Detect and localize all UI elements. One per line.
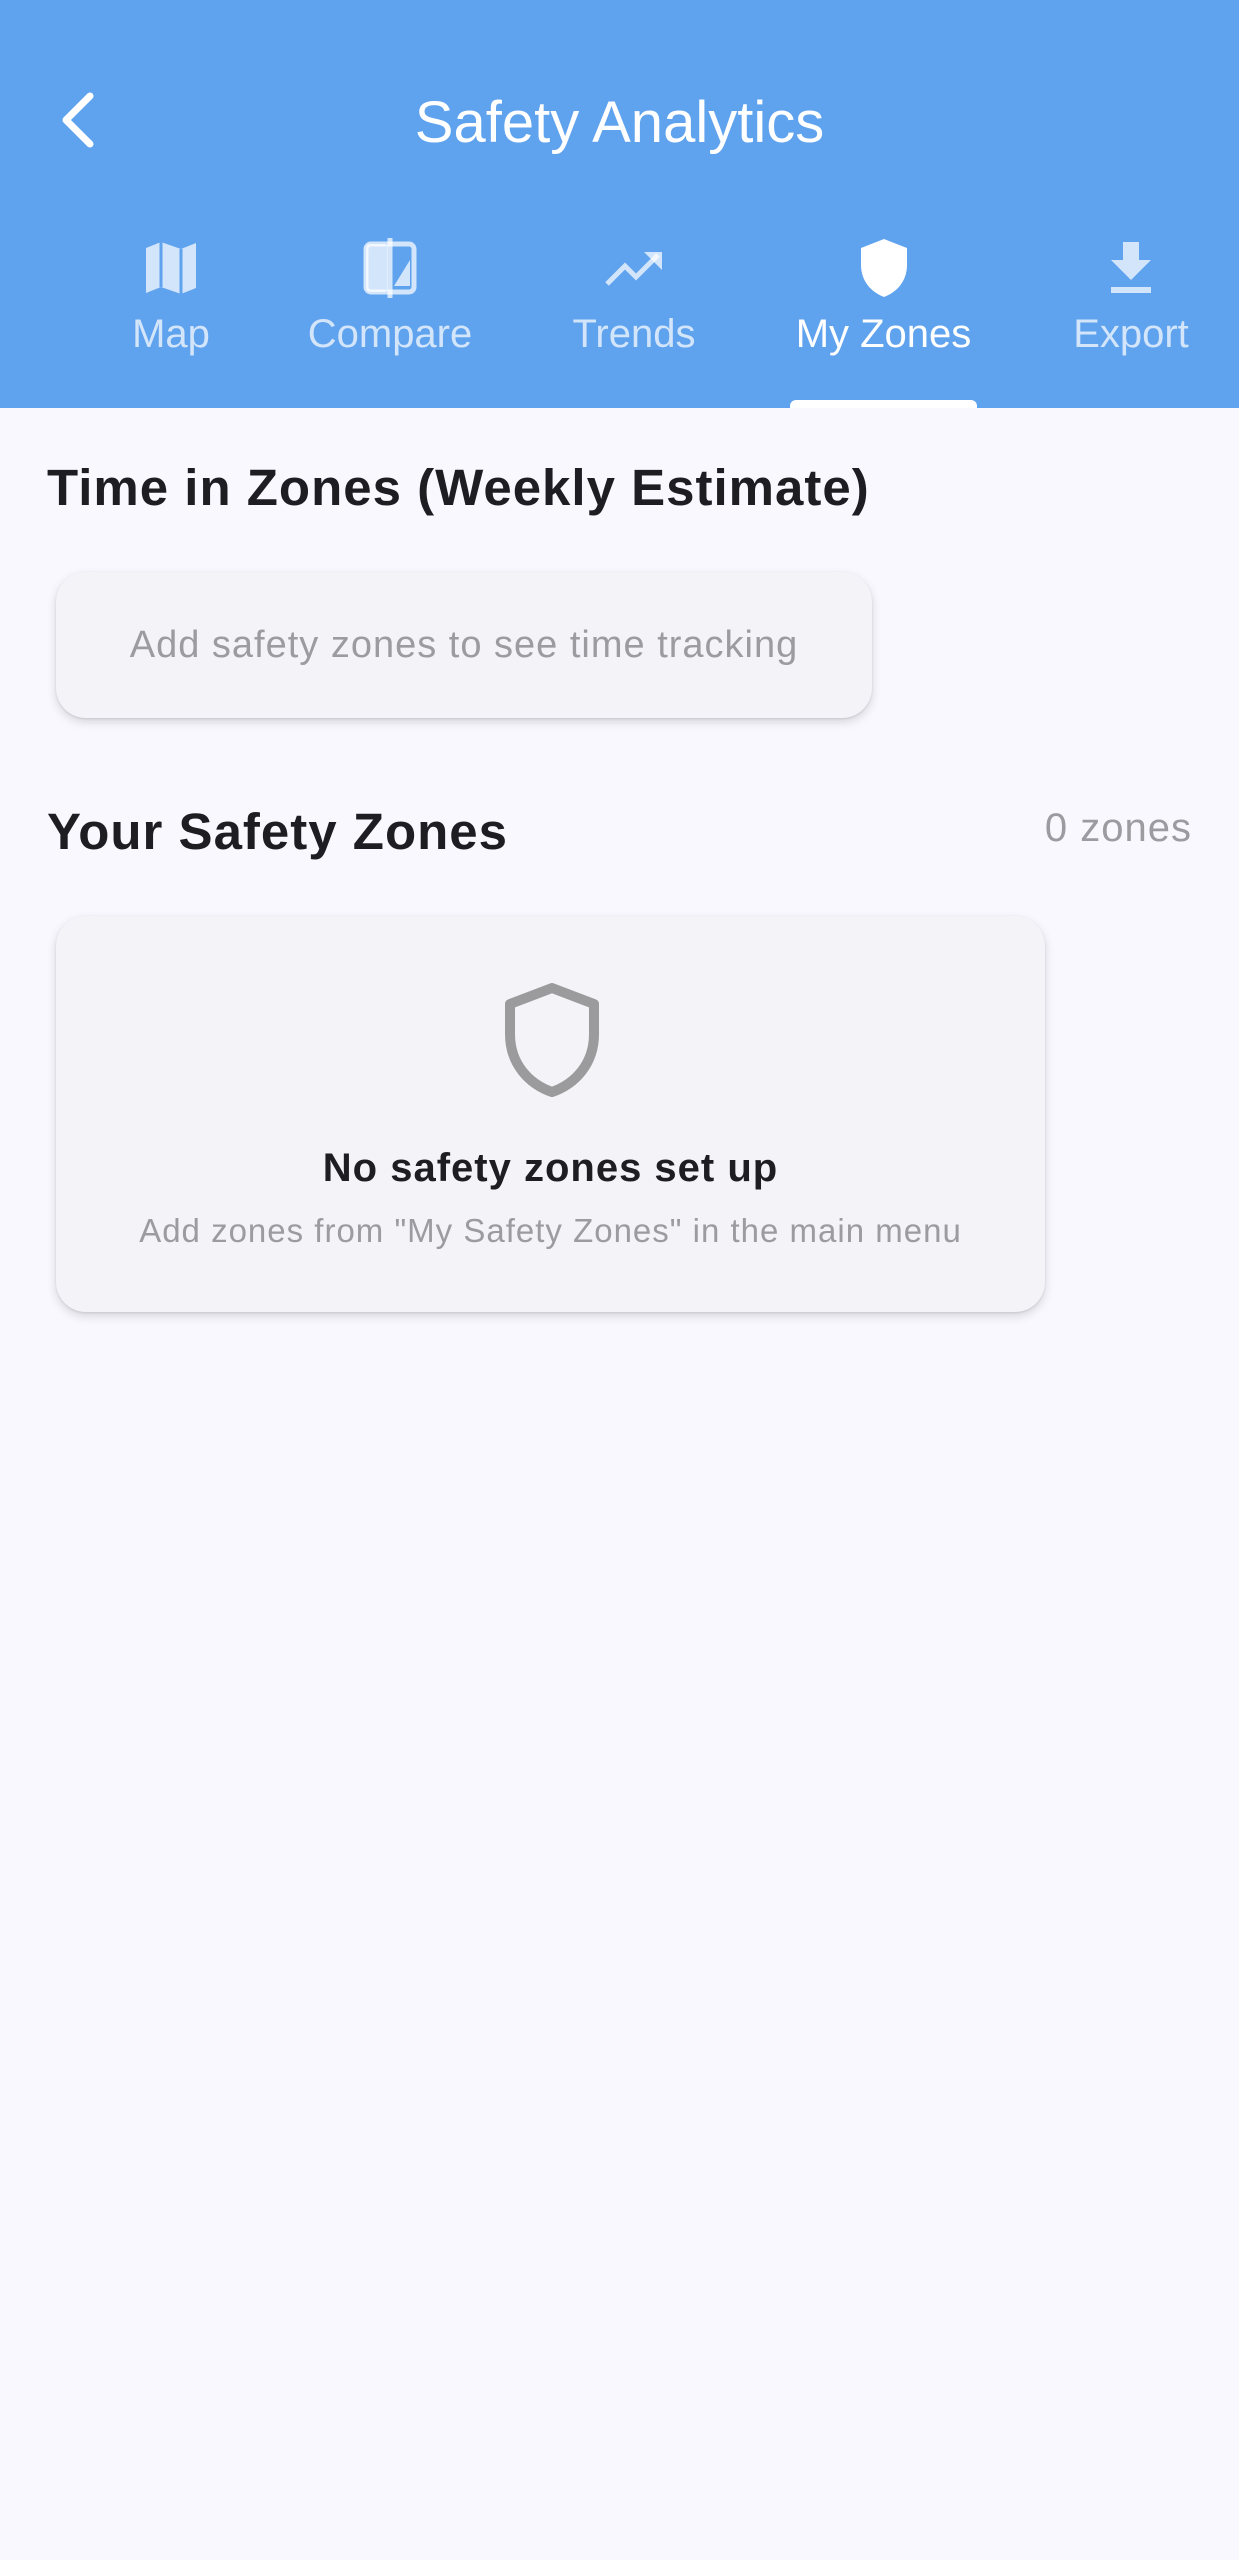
page-title: Safety Analytics (414, 90, 825, 155)
tab-map-label: Map (132, 312, 210, 356)
empty-zones-card: No safety zones set up Add zones from "M… (56, 916, 1045, 1312)
tab-my-zones-label: My Zones (795, 312, 972, 356)
time-tracking-placeholder: Add safety zones to see time tracking (129, 623, 799, 666)
chevron-left-icon (56, 90, 100, 155)
tab-trends[interactable]: Trends (564, 232, 704, 408)
compare-icon (360, 238, 420, 298)
empty-state-subtitle: Add zones from "My Safety Zones" in the … (139, 1212, 962, 1249)
back-button[interactable] (38, 74, 118, 170)
empty-state-title: No safety zones set up (322, 1146, 779, 1190)
zone-count: 0 zones (1044, 806, 1192, 850)
tab-my-zones[interactable]: My Zones (790, 232, 977, 408)
tab-export[interactable]: Export (1068, 232, 1194, 408)
tab-map[interactable]: Map (121, 232, 221, 408)
shield-outline-icon (502, 982, 602, 1098)
tab-export-label: Export (1073, 312, 1189, 356)
tab-trends-label: Trends (572, 312, 696, 356)
map-icon (141, 238, 201, 298)
app-bar: Safety Analytics Map Compare Trends My Z… (0, 0, 1239, 408)
tab-compare-label: Compare (307, 312, 473, 356)
trending-up-icon (604, 238, 664, 298)
shield-icon (854, 238, 914, 298)
download-icon (1101, 238, 1161, 298)
tab-bar: Map Compare Trends My Zones Export (0, 232, 1239, 408)
tab-compare[interactable]: Compare (298, 232, 482, 408)
your-zones-title: Your Safety Zones (47, 803, 508, 860)
time-in-zones-title: Time in Zones (Weekly Estimate) (47, 459, 870, 516)
active-tab-indicator (790, 400, 977, 408)
time-tracking-card: Add safety zones to see time tracking (56, 572, 872, 718)
